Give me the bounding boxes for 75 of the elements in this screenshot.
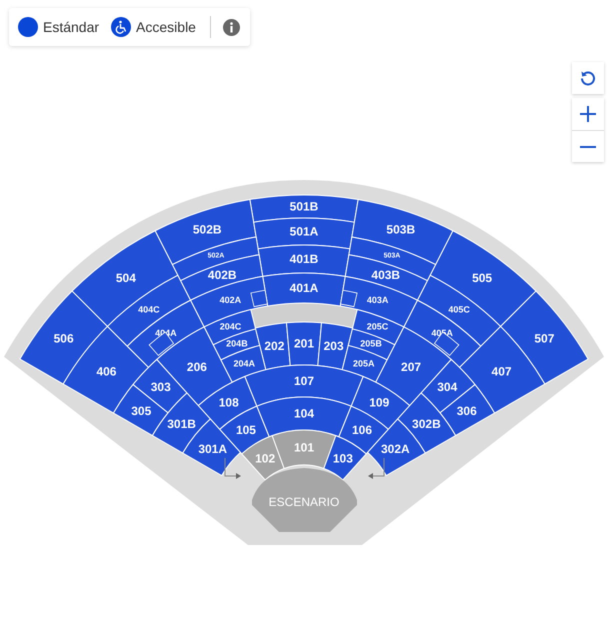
section-label: 205C [366,321,388,332]
zoom-out-button[interactable] [572,130,604,162]
section-label: 403B [371,268,400,282]
info-icon[interactable] [222,18,240,36]
section-label: 301B [167,416,196,431]
section-label: 306 [456,404,477,418]
small-marker [250,290,268,308]
section-label: 205B [360,338,382,349]
section-label: 302A [380,442,410,456]
seat-section[interactable] [417,274,502,347]
minus-icon [580,146,596,148]
section-label: 109 [369,396,390,410]
stage-label: ESCENARIO [268,495,340,509]
seat-section[interactable] [430,230,536,327]
section-label: 106 [352,423,372,438]
section-label: 501A [290,224,318,238]
section-label: 404C [138,304,160,314]
legend-label: Accesible [136,19,196,35]
seat-section[interactable] [154,199,257,266]
section-label: 401A [290,281,318,295]
standard-seat-icon [18,17,38,37]
section-label: 102 [255,451,276,466]
small-marker [340,290,358,308]
reset-button[interactable] [572,62,604,94]
section-label: 304 [437,380,458,394]
section-label: 502B [192,222,222,237]
reset-icon [579,69,597,87]
section-label: 302B [412,416,441,431]
section-label: 303 [150,380,171,394]
seat-section[interactable] [106,274,191,347]
seat-section[interactable] [323,435,367,480]
section-label: 401B [290,252,318,266]
section-label: 107 [294,374,314,388]
arrow-icon [368,458,384,479]
section-label: 402A [220,294,242,305]
section-label: 206 [186,360,207,374]
section-label: 301A [198,442,228,456]
section-label: 202 [264,338,284,353]
seat-section[interactable] [112,384,168,436]
section-label: 406 [96,364,116,378]
section-label: 204C [220,321,242,332]
wheelchair-icon [111,17,132,37]
zoom-in-button[interactable] [572,98,604,130]
section-label: 305 [131,404,152,418]
seat-section[interactable] [440,384,496,436]
section-label: 207 [401,360,422,374]
section-label: 505 [472,270,492,285]
section-label: 105 [236,423,256,438]
section-label: 204A [234,358,256,368]
section-label: 403A [366,294,388,305]
section-label: 204B [226,338,248,349]
section-label: 108 [218,396,239,410]
seat-section[interactable] [348,236,436,282]
section-label: 101 [294,440,314,454]
section-label: 407 [492,364,512,378]
section-label: 507 [534,332,554,346]
plus-icon [579,105,597,123]
section-label: 104 [294,406,314,420]
seat-section[interactable] [72,230,178,327]
section-label: 501B [290,200,318,214]
seat-section[interactable] [351,199,454,266]
section-label: 201 [294,336,314,350]
section-label: 402B [208,268,237,282]
seat-section[interactable] [253,218,355,250]
section-label: 503B [386,222,416,237]
seat-section[interactable] [172,236,260,282]
section-label: 203 [324,338,344,353]
arrow-icon [224,458,241,479]
section-label: 103 [332,451,353,466]
section-label: 205A [352,358,374,368]
legend-label: Estándar [43,19,100,35]
seat-section[interactable] [256,396,352,438]
section-label: 504 [116,270,136,285]
section-label: 405C [448,304,470,314]
section-label: 506 [54,332,74,346]
